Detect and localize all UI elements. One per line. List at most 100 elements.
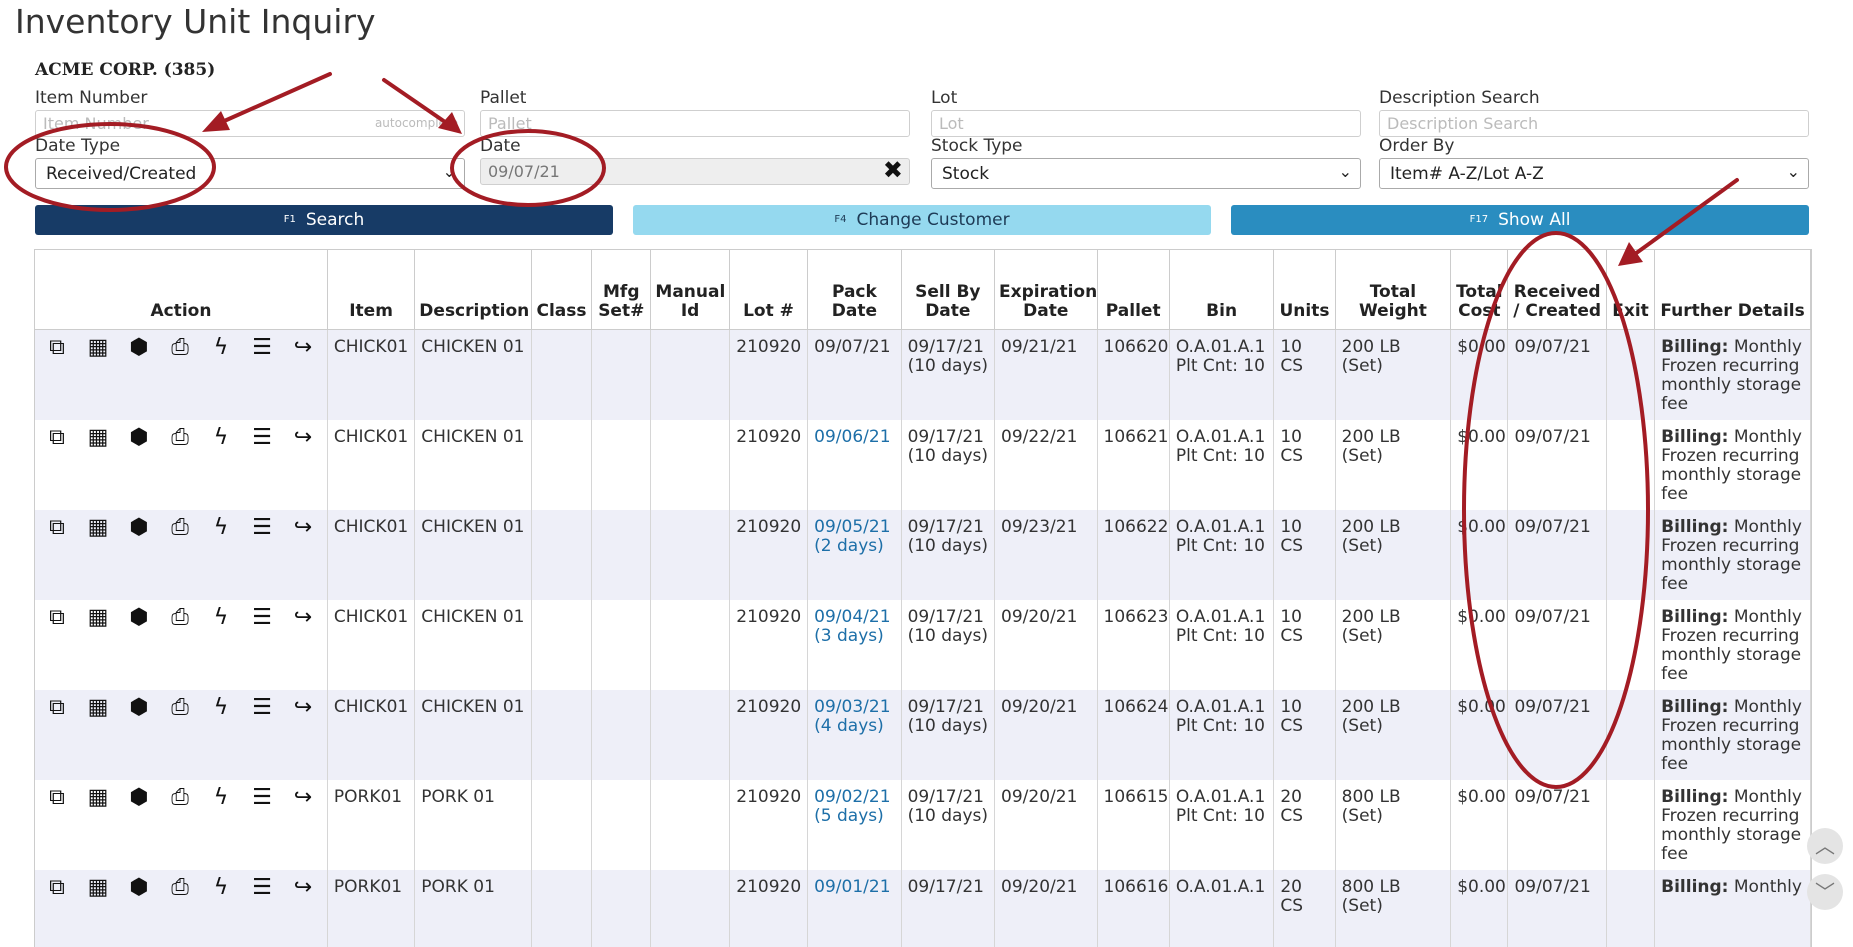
print-icon[interactable]: ⎙ xyxy=(164,608,196,627)
share-icon[interactable]: ↪ xyxy=(287,878,319,897)
open-external-icon[interactable]: ⧉ xyxy=(41,608,73,627)
share-icon[interactable]: ↪ xyxy=(287,338,319,357)
col-expiration[interactable]: Expiration Date xyxy=(995,250,1097,330)
list-icon[interactable]: ☰ xyxy=(246,698,278,717)
scroll-up-button[interactable]: ︿ xyxy=(1807,828,1843,864)
share-icon[interactable]: ↪ xyxy=(287,608,319,627)
col-mfg[interactable]: Mfg Set# xyxy=(592,250,651,330)
pallets-icon[interactable]: ▦ xyxy=(82,698,114,717)
scroll-down-button[interactable]: ﹀ xyxy=(1807,874,1843,910)
cell-received-created: 09/07/21 xyxy=(1508,330,1606,420)
list-icon[interactable]: ☰ xyxy=(246,518,278,537)
box-icon[interactable]: ⬢ xyxy=(123,428,155,447)
cell-pack-date-value[interactable]: 09/02/21 xyxy=(814,788,894,807)
box-icon[interactable]: ⬢ xyxy=(123,518,155,537)
pallets-icon[interactable]: ▦ xyxy=(82,428,114,447)
date-value: 09/07/21 xyxy=(488,162,560,181)
order-by-select[interactable]: Item# A-Z/Lot A-Z ⌄ xyxy=(1379,158,1809,189)
cell-pack-date-value[interactable]: 09/05/21 xyxy=(814,518,894,537)
list-icon[interactable]: ☰ xyxy=(246,428,278,447)
list-icon[interactable]: ☰ xyxy=(246,788,278,807)
change-customer-button[interactable]: F4Change Customer xyxy=(633,205,1211,235)
date-type-select[interactable]: Received/Created ⌄ xyxy=(35,158,465,189)
open-external-icon[interactable]: ⧉ xyxy=(41,338,73,357)
pallet-input[interactable]: Pallet xyxy=(480,110,910,137)
open-external-icon[interactable]: ⧉ xyxy=(41,788,73,807)
col-pallet[interactable]: Pallet xyxy=(1097,250,1169,330)
col-pack-date[interactable]: Pack Date xyxy=(808,250,901,330)
lightning-icon[interactable]: ϟ xyxy=(205,338,237,357)
cell-pack-date-value[interactable]: 09/03/21 xyxy=(814,698,894,717)
col-total-cost[interactable]: Total Cost xyxy=(1451,250,1508,330)
lightning-icon[interactable]: ϟ xyxy=(205,878,237,897)
list-icon[interactable]: ☰ xyxy=(246,608,278,627)
col-units[interactable]: Units xyxy=(1274,250,1335,330)
cell-pack-date-value[interactable]: 09/04/21 xyxy=(814,608,894,627)
pallets-icon[interactable]: ▦ xyxy=(82,788,114,807)
col-class[interactable]: Class xyxy=(531,250,591,330)
share-icon[interactable]: ↪ xyxy=(287,698,319,717)
stock-type-select[interactable]: Stock ⌄ xyxy=(931,158,1361,189)
col-manual-id[interactable]: Manual Id xyxy=(651,250,729,330)
box-icon[interactable]: ⬢ xyxy=(123,788,155,807)
billing-label: Billing: xyxy=(1661,877,1728,897)
open-external-icon[interactable]: ⧉ xyxy=(41,878,73,897)
print-icon[interactable]: ⎙ xyxy=(164,698,196,717)
pallets-icon[interactable]: ▦ xyxy=(82,518,114,537)
open-external-icon[interactable]: ⧉ xyxy=(41,698,73,717)
cell-pack-date-value[interactable]: 09/06/21 xyxy=(814,428,894,447)
lightning-icon[interactable]: ϟ xyxy=(205,608,237,627)
print-icon[interactable]: ⎙ xyxy=(164,518,196,537)
col-received-created[interactable]: Received / Created xyxy=(1508,250,1606,330)
pallet-field: Pallet Pallet xyxy=(480,88,910,137)
lightning-icon[interactable]: ϟ xyxy=(205,518,237,537)
pallets-icon[interactable]: ▦ xyxy=(82,878,114,897)
col-description[interactable]: Description xyxy=(415,250,532,330)
share-icon[interactable]: ↪ xyxy=(287,428,319,447)
share-icon[interactable]: ↪ xyxy=(287,788,319,807)
clear-date-icon[interactable]: ✖ xyxy=(883,158,903,184)
pallets-icon[interactable]: ▦ xyxy=(82,608,114,627)
print-icon[interactable]: ⎙ xyxy=(164,878,196,897)
cell-pallet: 106616 xyxy=(1097,870,1169,947)
box-icon[interactable]: ⬢ xyxy=(123,338,155,357)
print-icon[interactable]: ⎙ xyxy=(164,428,196,447)
box-icon[interactable]: ⬢ xyxy=(123,878,155,897)
lightning-icon[interactable]: ϟ xyxy=(205,788,237,807)
print-icon[interactable]: ⎙ xyxy=(164,788,196,807)
print-icon[interactable]: ⎙ xyxy=(164,338,196,357)
box-icon[interactable]: ⬢ xyxy=(123,608,155,627)
col-exit[interactable]: Exit xyxy=(1606,250,1654,330)
cell-received-created: 09/07/21 xyxy=(1508,600,1606,690)
item-number-input[interactable]: Item Number autocomplete xyxy=(35,110,465,137)
search-button[interactable]: F1Search xyxy=(35,205,613,235)
table-row: ⧉▦⬢⎙ϟ☰↪PORK01PORK 0121092009/02/21(5 day… xyxy=(35,780,1811,870)
cell-description: CHICKEN 01 xyxy=(415,510,532,600)
lightning-icon[interactable]: ϟ xyxy=(205,698,237,717)
date-input[interactable]: 09/07/21 ✖ xyxy=(480,158,910,185)
open-external-icon[interactable]: ⧉ xyxy=(41,428,73,447)
col-sell-by[interactable]: Sell By Date xyxy=(901,250,994,330)
cell-pack-date-value[interactable]: 09/01/21 xyxy=(814,878,894,897)
lot-input[interactable]: Lot xyxy=(931,110,1361,137)
cell-exit xyxy=(1606,600,1654,690)
cell-pallet: 106623 xyxy=(1097,600,1169,690)
lightning-icon[interactable]: ϟ xyxy=(205,428,237,447)
cell-class xyxy=(531,600,591,690)
show-all-button[interactable]: F17Show All xyxy=(1231,205,1809,235)
col-bin[interactable]: Bin xyxy=(1169,250,1274,330)
list-icon[interactable]: ☰ xyxy=(246,878,278,897)
open-external-icon[interactable]: ⧉ xyxy=(41,518,73,537)
box-icon[interactable]: ⬢ xyxy=(123,698,155,717)
col-lot[interactable]: Lot # xyxy=(729,250,807,330)
col-total-weight[interactable]: Total Weight xyxy=(1335,250,1451,330)
description-search-field: Description Search Description Search xyxy=(1379,88,1809,137)
cell-item: CHICK01 xyxy=(327,690,414,780)
cell-total-cost: $0.00 xyxy=(1451,870,1508,947)
cell-lot: 210920 xyxy=(729,420,807,510)
list-icon[interactable]: ☰ xyxy=(246,338,278,357)
pallets-icon[interactable]: ▦ xyxy=(82,338,114,357)
description-search-input[interactable]: Description Search xyxy=(1379,110,1809,137)
share-icon[interactable]: ↪ xyxy=(287,518,319,537)
col-item[interactable]: Item xyxy=(327,250,414,330)
